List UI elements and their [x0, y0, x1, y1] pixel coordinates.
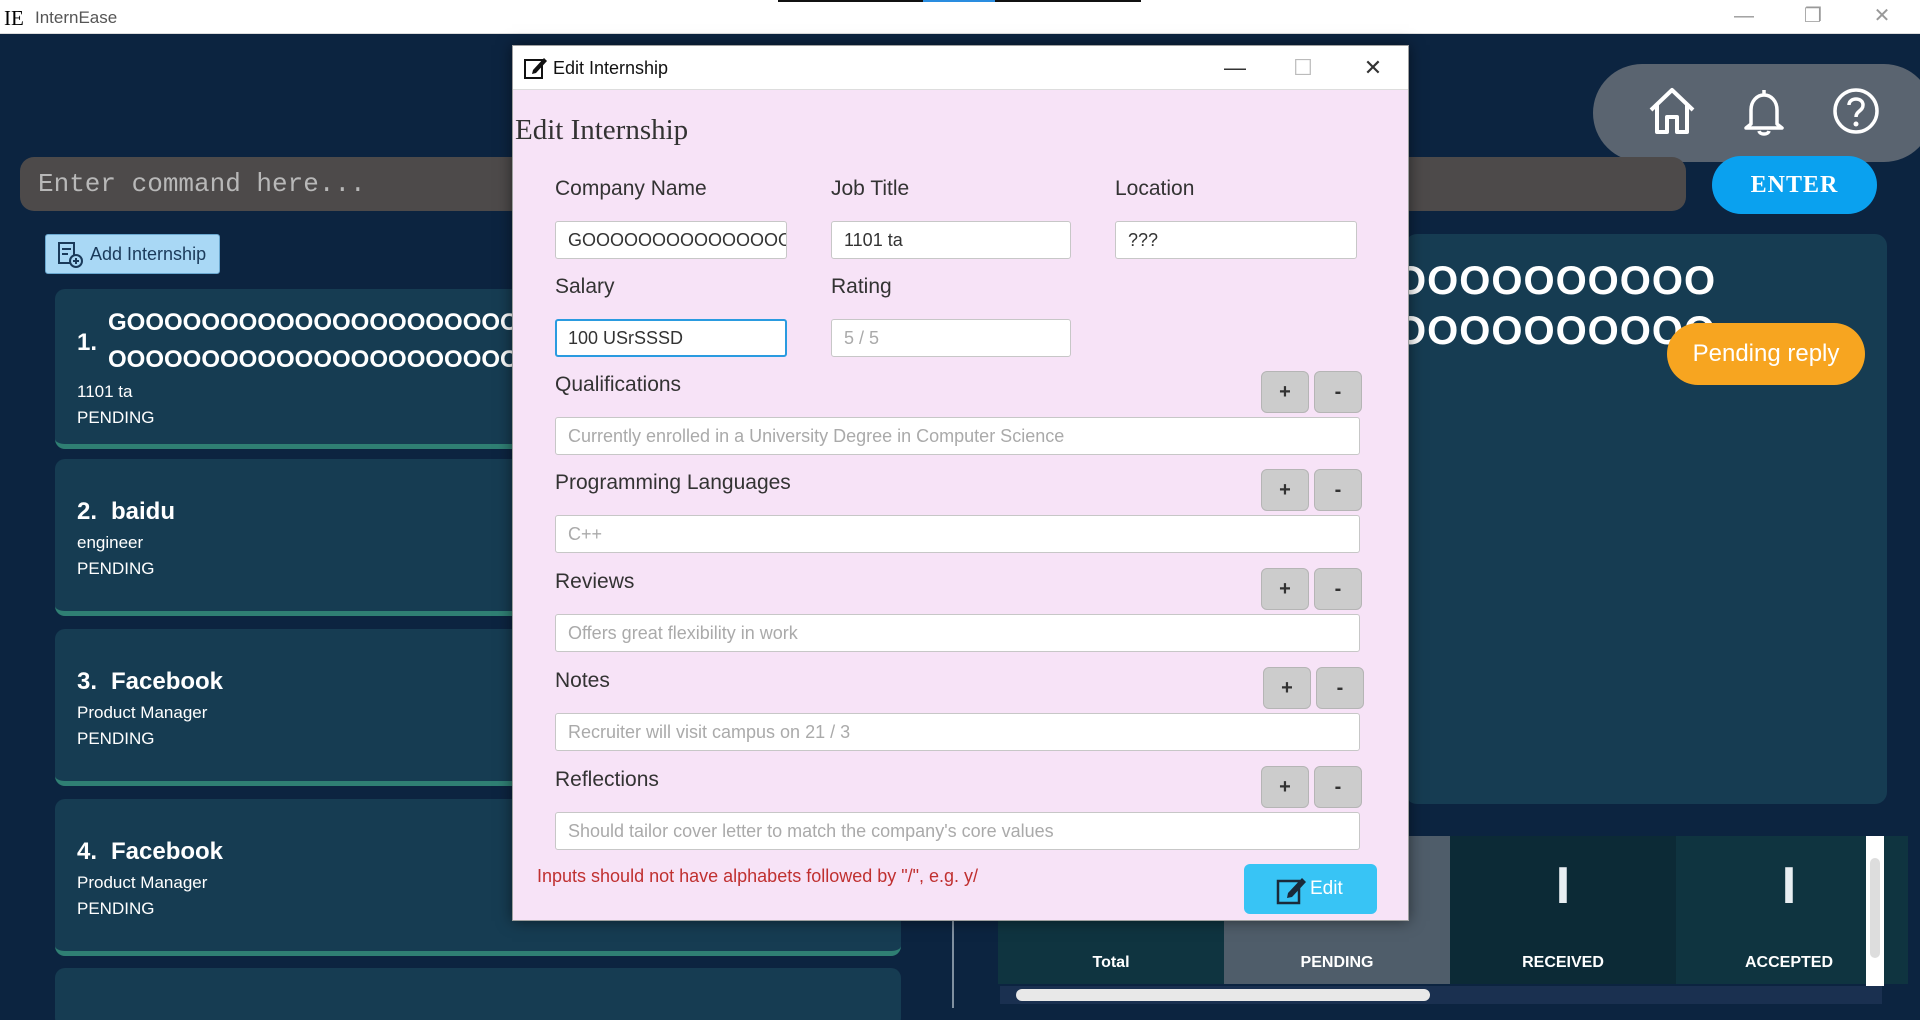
location-input[interactable]: ???	[1115, 221, 1357, 259]
card-index: 2.	[77, 498, 98, 525]
card-index: 1.	[77, 329, 98, 356]
company-name-input[interactable]: GOOOOOOOOOOOOOOOOOOOOOOO	[555, 221, 787, 259]
qualifications-label: Qualifications	[555, 373, 682, 396]
maximize-icon[interactable]: ☐	[1279, 50, 1327, 86]
help-icon[interactable]	[1829, 84, 1883, 138]
home-icon[interactable]	[1645, 84, 1699, 138]
status-badge: Pending reply	[1667, 323, 1865, 385]
programming-languages-remove-button[interactable]: -	[1314, 469, 1362, 511]
qualifications-remove-button[interactable]: -	[1314, 371, 1362, 413]
bell-icon[interactable]	[1737, 84, 1791, 138]
edit-icon	[524, 58, 547, 79]
card-company: baidu	[111, 498, 175, 525]
rating-input[interactable]: 5 / 5	[831, 319, 1071, 357]
notes-label: Notes	[555, 669, 610, 692]
notes-remove-button[interactable]: -	[1316, 667, 1364, 709]
card-index: 3.	[77, 668, 98, 695]
taskbar-segment	[778, 0, 923, 2]
card-job-title: 1101 ta	[77, 382, 133, 401]
internship-card[interactable]	[55, 968, 901, 1020]
scrollbar-thumb[interactable]	[1016, 989, 1430, 1001]
vertical-scrollbar[interactable]	[1866, 836, 1884, 986]
taskbar-segment-active	[923, 0, 995, 2]
card-status: PENDING	[77, 559, 155, 578]
company-name-label: Company Name	[555, 177, 707, 200]
divider	[952, 920, 954, 1008]
card-company: Facebook	[111, 668, 224, 695]
card-job-title: engineer	[77, 533, 144, 552]
rating-label: Rating	[831, 275, 892, 298]
edit-internship-dialog: Edit Internship — ☐ ✕ Edit Internship Co…	[512, 45, 1409, 921]
dialog-window-title: Edit Internship	[553, 58, 669, 78]
card-status: PENDING	[77, 729, 155, 748]
taskbar-segment	[995, 0, 1141, 2]
salary-label: Salary	[555, 275, 615, 298]
reflections-input[interactable]: Should tailor cover letter to match the …	[555, 812, 1360, 850]
job-title-input[interactable]: 1101 ta	[831, 221, 1071, 259]
reflections-add-button[interactable]: +	[1261, 766, 1309, 808]
stat-value: I	[1555, 857, 1571, 915]
qualifications-add-button[interactable]: +	[1261, 371, 1309, 413]
card-status: PENDING	[77, 408, 155, 427]
qualifications-input[interactable]: Currently enrolled in a University Degre…	[555, 417, 1360, 455]
edit-button[interactable]: Edit	[1244, 864, 1377, 914]
edit-button-label: Edit	[1310, 878, 1343, 899]
notes-input[interactable]: Recruiter will visit campus on 21 / 3	[555, 713, 1360, 751]
card-index: 4.	[77, 838, 98, 865]
salary-input[interactable]: 100 USrSSSD	[555, 319, 787, 357]
reviews-remove-button[interactable]: -	[1314, 568, 1362, 610]
minimize-icon[interactable]: —	[1211, 50, 1259, 86]
stat-label: PENDING	[1300, 954, 1374, 971]
reviews-add-button[interactable]: +	[1261, 568, 1309, 610]
stat-label: RECEIVED	[1522, 954, 1604, 971]
add-internship-label: Add Internship	[90, 244, 207, 264]
app-logo: IE	[4, 6, 24, 30]
add-document-icon	[58, 242, 83, 268]
reviews-input[interactable]: Offers great flexibility in work	[555, 614, 1360, 652]
restore-icon[interactable]: ❐	[1783, 0, 1843, 34]
stat-received[interactable]: I RECEIVED	[1450, 836, 1676, 984]
programming-languages-add-button[interactable]: +	[1261, 469, 1309, 511]
app-titlebar: IE InternEase — ❐ ✕	[0, 0, 1920, 34]
error-message: Inputs should not have alphabets followe…	[537, 866, 979, 886]
card-job-title: Product Manager	[77, 873, 208, 892]
app-title: InternEase	[35, 8, 118, 27]
horizontal-scrollbar[interactable]	[1000, 986, 1882, 1004]
edit-icon	[1276, 878, 1306, 905]
close-icon[interactable]: ✕	[1852, 0, 1912, 34]
minimize-icon[interactable]: —	[1714, 0, 1774, 34]
stat-label: Total	[1092, 954, 1130, 971]
programming-languages-label: Programming Languages	[555, 471, 791, 494]
job-title-label: Job Title	[831, 177, 910, 200]
detail-company-line1: OOOOOOOOOO	[1395, 259, 1717, 303]
scrollbar-thumb[interactable]	[1870, 858, 1880, 958]
dialog-heading: Edit Internship	[515, 114, 689, 146]
close-icon[interactable]: ✕	[1349, 50, 1397, 86]
reflections-remove-button[interactable]: -	[1314, 766, 1362, 808]
add-internship-button[interactable]: Add Internship	[45, 234, 220, 274]
card-company: Facebook	[111, 838, 224, 865]
dialog-titlebar: Edit Internship — ☐ ✕	[513, 46, 1408, 90]
card-job-title: Product Manager	[77, 703, 208, 722]
notes-add-button[interactable]: +	[1263, 667, 1311, 709]
reviews-label: Reviews	[555, 570, 635, 593]
reflections-label: Reflections	[555, 768, 659, 791]
enter-button[interactable]: ENTER	[1712, 156, 1877, 214]
location-label: Location	[1115, 177, 1195, 200]
card-status: PENDING	[77, 899, 155, 918]
programming-languages-input[interactable]: C++	[555, 515, 1360, 553]
